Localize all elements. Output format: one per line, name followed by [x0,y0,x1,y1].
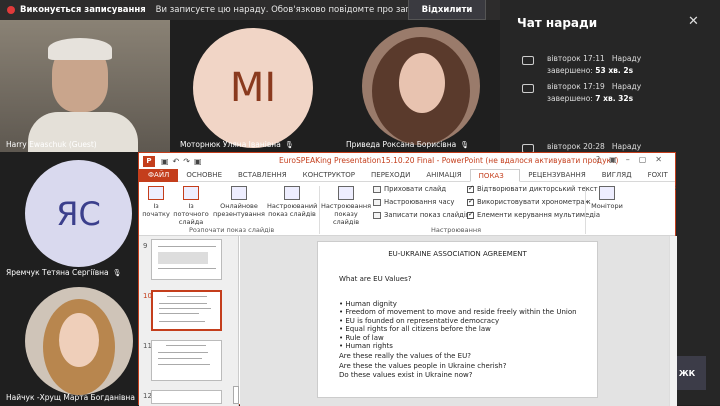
thumbnails-scrollbar[interactable] [233,386,239,404]
tile-pryveda[interactable]: Приведа Роксана Борисівна 🎙 [340,20,500,152]
participant-name: Harry Ewaschuk (Guest) [6,140,97,149]
globe-icon [231,186,247,200]
powerpoint-logo-icon: P [143,155,155,167]
play-narrations-checkbox[interactable]: Відтворювати дикторський текст [467,184,598,193]
monitors-button[interactable]: Монітори [587,186,627,210]
custom-show-icon [284,186,300,200]
powerpoint-window: P ▣↶↷▣ EuroSPEAKing Presentation15.10.20… [138,152,677,406]
photo-face [59,313,99,367]
chat-title: Чат наради [517,16,598,30]
dismiss-button[interactable]: Відхилити [408,0,486,20]
hide-slide-icon [373,185,381,193]
bullet-item: EU is founded on representative democrac… [339,317,577,325]
participant-name: Найчук -Хрущ Марта Богданівна [6,393,135,402]
avatar: MI [193,28,313,148]
tab-foxit[interactable]: FOXIT READER [640,169,685,192]
title-bar: P ▣↶↷▣ EuroSPEAKing Presentation15.10.20… [139,153,675,169]
custom-show-button[interactable]: Настроюваний показ слайдів [267,186,317,218]
media-controls-checkbox[interactable]: Елементи керування мультимедіа [467,210,600,219]
bullet-item: Human rights [339,342,577,350]
tab-design[interactable]: КОНСТРУКТОР [295,169,363,182]
close-icon[interactable]: ✕ [688,14,699,29]
bullet-item: Freedom of movement to move and reside f… [339,308,576,316]
hide-slide-button[interactable]: Приховати слайд [373,185,446,193]
question-line: Do these values exist in Ukraine now? [339,371,473,379]
participant-name: Моторнюк Уляна Іванівна 🎙 [180,140,294,149]
checkbox [467,184,474,193]
monitor-icon [599,186,615,200]
checkbox [467,210,474,219]
slide-canvas: EU-UKRAINE ASSOCIATION AGREEMENT What ar… [240,236,677,406]
meeting-ended-icon [522,56,534,65]
tile-harry[interactable]: Harry Ewaschuk (Guest) [0,20,170,152]
recording-message: Ви записуєте цю нараду. Обов'язково пові… [155,5,421,15]
recording-dot-icon [7,6,15,14]
record-icon [373,211,381,219]
tile-yaremchuk[interactable]: ЯС Яремчук Тетяна Сергіївна 🎙 [0,152,138,280]
checkbox [467,197,474,206]
slide-number: 9 [143,242,148,250]
avatar: ЯС [25,160,132,267]
slide-thumbnails-pane[interactable]: 9 10 11 12 [139,236,239,406]
slide-thumbnail-11[interactable] [151,340,222,381]
tab-animations[interactable]: АНІМАЦІЯ [418,169,469,182]
setup-show-button[interactable]: Настроювання показу слайдів [321,186,371,226]
question-line: Are these the values people in Ukraine c… [339,361,507,370]
slideshow-current-icon [183,186,199,200]
timer-icon [373,198,381,206]
recording-banner: Виконується записування Ви записуєте цю … [0,0,500,20]
mic-muted-icon: 🎙 [284,141,294,149]
divider [585,186,586,234]
tab-view[interactable]: ВИГЛЯД [594,169,640,182]
window-controls[interactable]: ?▣–▢✕ [596,155,671,164]
slide-thumbnail-9[interactable] [151,239,222,280]
avatar-photo [362,27,480,145]
tab-insert[interactable]: ВСТАВЛЕННЯ [230,169,295,182]
recording-status: Виконується записування [20,5,146,15]
rehearse-timings-button[interactable]: Настроювання часу [373,198,454,206]
quick-access-toolbar[interactable]: ▣↶↷▣ [161,157,206,166]
record-show-button[interactable]: Записати показ слайдів [373,211,470,219]
slide-questions: Are these really the values of the EU? A… [339,352,506,381]
slide-bullets: Human dignity Freedom of movement to mov… [339,300,577,350]
current-slide[interactable]: EU-UKRAINE ASSOCIATION AGREEMENT What ar… [317,241,598,398]
slide-thumbnail-10[interactable] [151,290,222,331]
tab-review[interactable]: РЕЦЕНЗУВАННЯ [520,169,594,182]
avatar-photo [25,287,133,395]
participant-name: Яремчук Тетяна Сергіївна 🎙 [6,268,122,277]
mic-muted-icon: 🎙 [112,269,122,277]
ribbon-tabs: ФАЙЛ ОСНОВНЕ ВСТАВЛЕННЯ КОНСТРУКТОР ПЕРЕ… [139,168,676,193]
participant-hair [48,38,112,60]
bullet-item: Equal rights for all citizens before the… [339,325,577,333]
use-timings-checkbox[interactable]: Використовувати хронометраж [467,197,591,206]
tile-motorniuk[interactable]: MI Моторнюк Уляна Іванівна 🎙 [170,20,340,152]
bullet-item: Human dignity [339,300,577,308]
group-start-label: Розпочати показ слайдів [189,226,275,234]
setup-show-icon [338,186,354,200]
tab-slideshow[interactable]: ПОКАЗ СЛАЙДІВ [469,168,521,193]
tab-home[interactable]: ОСНОВНЕ [178,169,230,182]
slide-title: EU-UKRAINE ASSOCIATION AGREEMENT [388,250,527,258]
slideshow-start-icon [148,186,164,200]
tab-transitions[interactable]: ПЕРЕХОДИ [363,169,418,182]
tile-naichuk[interactable]: Найчук -Хрущ Марта Богданівна [0,280,138,405]
group-setup-label: Настроювання [431,226,482,234]
tab-file[interactable]: ФАЙЛ [139,168,179,182]
mic-muted-icon: 🎙 [460,141,470,149]
bullet-item: Rule of law [339,334,577,342]
online-present-button[interactable]: Онлайнове презентування [211,186,267,218]
question-line: Are these really the values of the EU? [339,352,471,360]
window-title: EuroSPEAKing Presentation15.10.20 Final … [279,156,619,165]
slide-thumbnail-12[interactable] [151,390,222,404]
divider [319,186,320,234]
ribbon: Із початку Із поточного слайда Онлайнове… [139,182,675,236]
participant-name: Приведа Роксана Борисівна 🎙 [346,140,470,149]
canvas-scrollbar[interactable] [669,236,677,406]
slide-question: What are EU Values? [339,275,412,283]
meeting-ended-icon [522,84,534,93]
from-current-button[interactable]: Із поточного слайда [173,186,209,226]
photo-face [399,53,445,113]
from-start-button[interactable]: Із початку [141,186,171,218]
